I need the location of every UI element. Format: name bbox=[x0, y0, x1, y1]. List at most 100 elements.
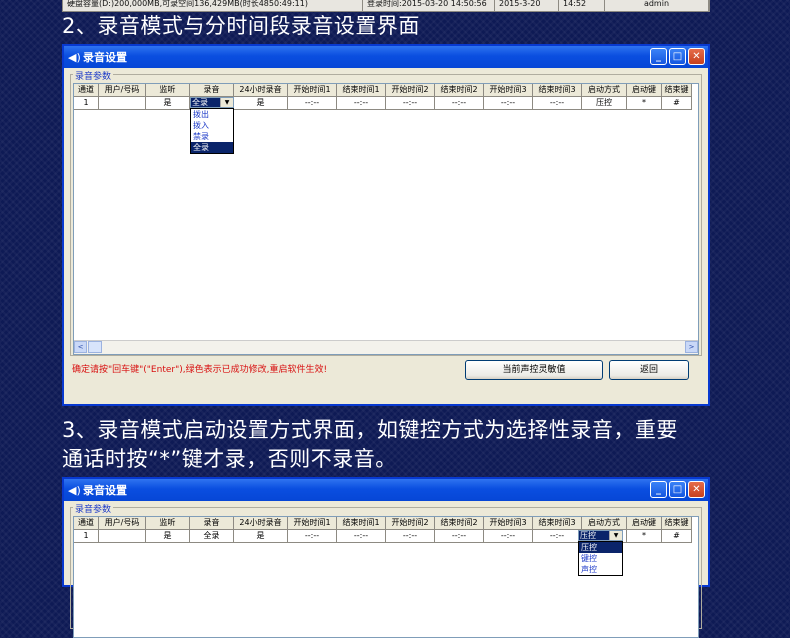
col-end1: 结束时间1 bbox=[337, 84, 386, 97]
col-24h: 24小时录音 bbox=[234, 84, 288, 97]
section3-heading: 3、录音模式启动设置方式界面，如键控方式为选择性录音，重要 bbox=[62, 418, 678, 442]
col-end-key: 结束键 bbox=[662, 517, 692, 530]
cell-user[interactable] bbox=[99, 97, 146, 110]
record-settings-window: ◀) 录音设置 _ □ ✕ 录音参数 通道 用户/号码 监听 录音 24小时录音… bbox=[62, 44, 710, 406]
scroll-left-button[interactable]: < bbox=[74, 341, 87, 353]
channel-table-2: 通道 用户/号码 监听 录音 24小时录音 开始时间1 结束时间1 开始时间2 … bbox=[73, 516, 699, 638]
col-end3: 结束时间3 bbox=[533, 84, 582, 97]
disk-capacity: 硬盘容量(D:)200,000MB,可录空间136,429MB(时长4850:4… bbox=[63, 0, 363, 11]
cell-24h[interactable]: 是 bbox=[234, 97, 288, 110]
col-end2: 结束时间2 bbox=[435, 84, 484, 97]
cell-end2[interactable]: --:-- bbox=[435, 530, 484, 543]
col-record: 录音 bbox=[190, 84, 234, 97]
maximize-button-2[interactable]: □ bbox=[669, 481, 686, 498]
start-mode-combo[interactable]: 压控 ▼ bbox=[578, 530, 623, 541]
cell-start1[interactable]: --:-- bbox=[288, 530, 337, 543]
cell-end1[interactable]: --:-- bbox=[337, 530, 386, 543]
record-settings-window-2: ◀) 录音设置 _ □ ✕ 录音参数 通道 用户/号码 监听 录音 24小时录音… bbox=[62, 477, 710, 638]
col-end1: 结束时间1 bbox=[337, 517, 386, 530]
chevron-down-icon[interactable]: ▼ bbox=[220, 98, 233, 107]
record-mode-combo[interactable]: 全录 ▼ bbox=[190, 97, 234, 108]
col-start-mode: 启动方式 bbox=[582, 84, 627, 97]
cell-start-key[interactable]: * bbox=[627, 97, 662, 110]
maximize-button[interactable]: □ bbox=[669, 48, 686, 65]
col-start-key: 启动键 bbox=[627, 84, 662, 97]
col-monitor: 监听 bbox=[146, 84, 190, 97]
option-dial-in[interactable]: 拨入 bbox=[191, 120, 233, 131]
col-record: 录音 bbox=[190, 517, 234, 530]
group-label: 录音参数 bbox=[73, 69, 114, 82]
close-button[interactable]: ✕ bbox=[688, 48, 705, 65]
col-start1: 开始时间1 bbox=[288, 84, 337, 97]
option-voltage-control[interactable]: 压控 bbox=[579, 542, 622, 553]
col-user: 用户/号码 bbox=[99, 84, 146, 97]
option-no-record[interactable]: 禁录 bbox=[191, 131, 233, 142]
cell-start-key[interactable]: * bbox=[627, 530, 662, 543]
col-end2: 结束时间2 bbox=[435, 517, 484, 530]
minimize-button-2[interactable]: _ bbox=[650, 481, 667, 498]
cell-user[interactable] bbox=[99, 530, 146, 543]
speaker-icon: ◀) bbox=[68, 483, 81, 497]
cell-start2[interactable]: --:-- bbox=[386, 530, 435, 543]
cell-end3[interactable]: --:-- bbox=[533, 530, 582, 543]
footer-note: 确定请按"回车键"("Enter"),绿色表示已成功修改,重启软件生效! bbox=[72, 365, 328, 375]
section3-heading-line2: 通话时按“*”键才录，否则不录音。 bbox=[62, 447, 397, 471]
speaker-icon: ◀) bbox=[68, 50, 81, 64]
start-mode-dropdown[interactable]: 压控 键控 声控 bbox=[578, 541, 623, 576]
option-record-all[interactable]: 全录 bbox=[191, 142, 233, 153]
cell-end3[interactable]: --:-- bbox=[533, 97, 582, 110]
col-channel: 通道 bbox=[74, 517, 99, 530]
cell-end-key[interactable]: # bbox=[662, 530, 692, 543]
horizontal-scrollbar[interactable]: < > bbox=[74, 340, 698, 354]
group-label-2: 录音参数 bbox=[73, 502, 114, 515]
time-cell: 14:52 bbox=[559, 0, 605, 11]
cell-start-mode[interactable]: 压控 bbox=[582, 97, 627, 110]
record-params-group: 录音参数 通道 用户/号码 监听 录音 24小时录音 开始时间1 结束时间1 开… bbox=[70, 69, 702, 356]
cell-channel[interactable]: 1 bbox=[74, 530, 99, 543]
date-cell: 2015-3-20 bbox=[495, 0, 559, 11]
option-dial-out[interactable]: 拨出 bbox=[191, 109, 233, 120]
minimize-button[interactable]: _ bbox=[650, 48, 667, 65]
col-start2: 开始时间2 bbox=[386, 84, 435, 97]
cell-monitor[interactable]: 是 bbox=[146, 530, 190, 543]
section2-heading: 2、录音模式与分时间段录音设置界面 bbox=[62, 14, 420, 38]
option-voice-control[interactable]: 声控 bbox=[579, 564, 622, 575]
scroll-thumb[interactable] bbox=[88, 341, 102, 353]
cell-start3[interactable]: --:-- bbox=[484, 97, 533, 110]
title-bar[interactable]: ◀) 录音设置 _ □ ✕ bbox=[64, 46, 708, 68]
window-title-2: 录音设置 bbox=[83, 484, 127, 497]
cell-start1[interactable]: --:-- bbox=[288, 97, 337, 110]
title-bar-2[interactable]: ◀) 录音设置 _ □ ✕ bbox=[64, 479, 708, 501]
option-key-control[interactable]: 键控 bbox=[579, 553, 622, 564]
cell-end1[interactable]: --:-- bbox=[337, 97, 386, 110]
table-row[interactable]: 1 是 是 --:-- --:-- --:-- --:-- --:-- --:-… bbox=[74, 97, 698, 110]
col-start-key: 启动键 bbox=[627, 517, 662, 530]
col-start-mode: 启动方式 bbox=[582, 517, 627, 530]
cell-monitor[interactable]: 是 bbox=[146, 97, 190, 110]
chevron-down-icon[interactable]: ▼ bbox=[609, 531, 622, 540]
col-end-key: 结束键 bbox=[662, 84, 692, 97]
cell-record[interactable]: 全录 bbox=[190, 530, 234, 543]
cell-start2[interactable]: --:-- bbox=[386, 97, 435, 110]
col-24h: 24小时录音 bbox=[234, 517, 288, 530]
back-button[interactable]: 返回 bbox=[609, 360, 689, 380]
record-mode-dropdown[interactable]: 拨出 拨入 禁录 全录 bbox=[190, 108, 234, 154]
col-start3: 开始时间3 bbox=[484, 84, 533, 97]
cell-channel[interactable]: 1 bbox=[74, 97, 99, 110]
cell-end2[interactable]: --:-- bbox=[435, 97, 484, 110]
cell-start3[interactable]: --:-- bbox=[484, 530, 533, 543]
scroll-right-button[interactable]: > bbox=[685, 341, 698, 353]
cell-24h[interactable]: 是 bbox=[234, 530, 288, 543]
cell-end-key[interactable]: # bbox=[662, 97, 692, 110]
col-start1: 开始时间1 bbox=[288, 517, 337, 530]
col-end3: 结束时间3 bbox=[533, 517, 582, 530]
col-channel: 通道 bbox=[74, 84, 99, 97]
record-params-group-2: 录音参数 通道 用户/号码 监听 录音 24小时录音 开始时间1 结束时间1 开… bbox=[70, 502, 702, 638]
record-mode-value: 全录 bbox=[191, 98, 220, 107]
col-start3: 开始时间3 bbox=[484, 517, 533, 530]
sensitivity-button[interactable]: 当前声控灵敏值 bbox=[465, 360, 603, 380]
user-cell: admin bbox=[605, 0, 709, 11]
channel-table: 通道 用户/号码 监听 录音 24小时录音 开始时间1 结束时间1 开始时间2 … bbox=[73, 83, 699, 355]
window-title: 录音设置 bbox=[83, 51, 127, 64]
close-button-2[interactable]: ✕ bbox=[688, 481, 705, 498]
